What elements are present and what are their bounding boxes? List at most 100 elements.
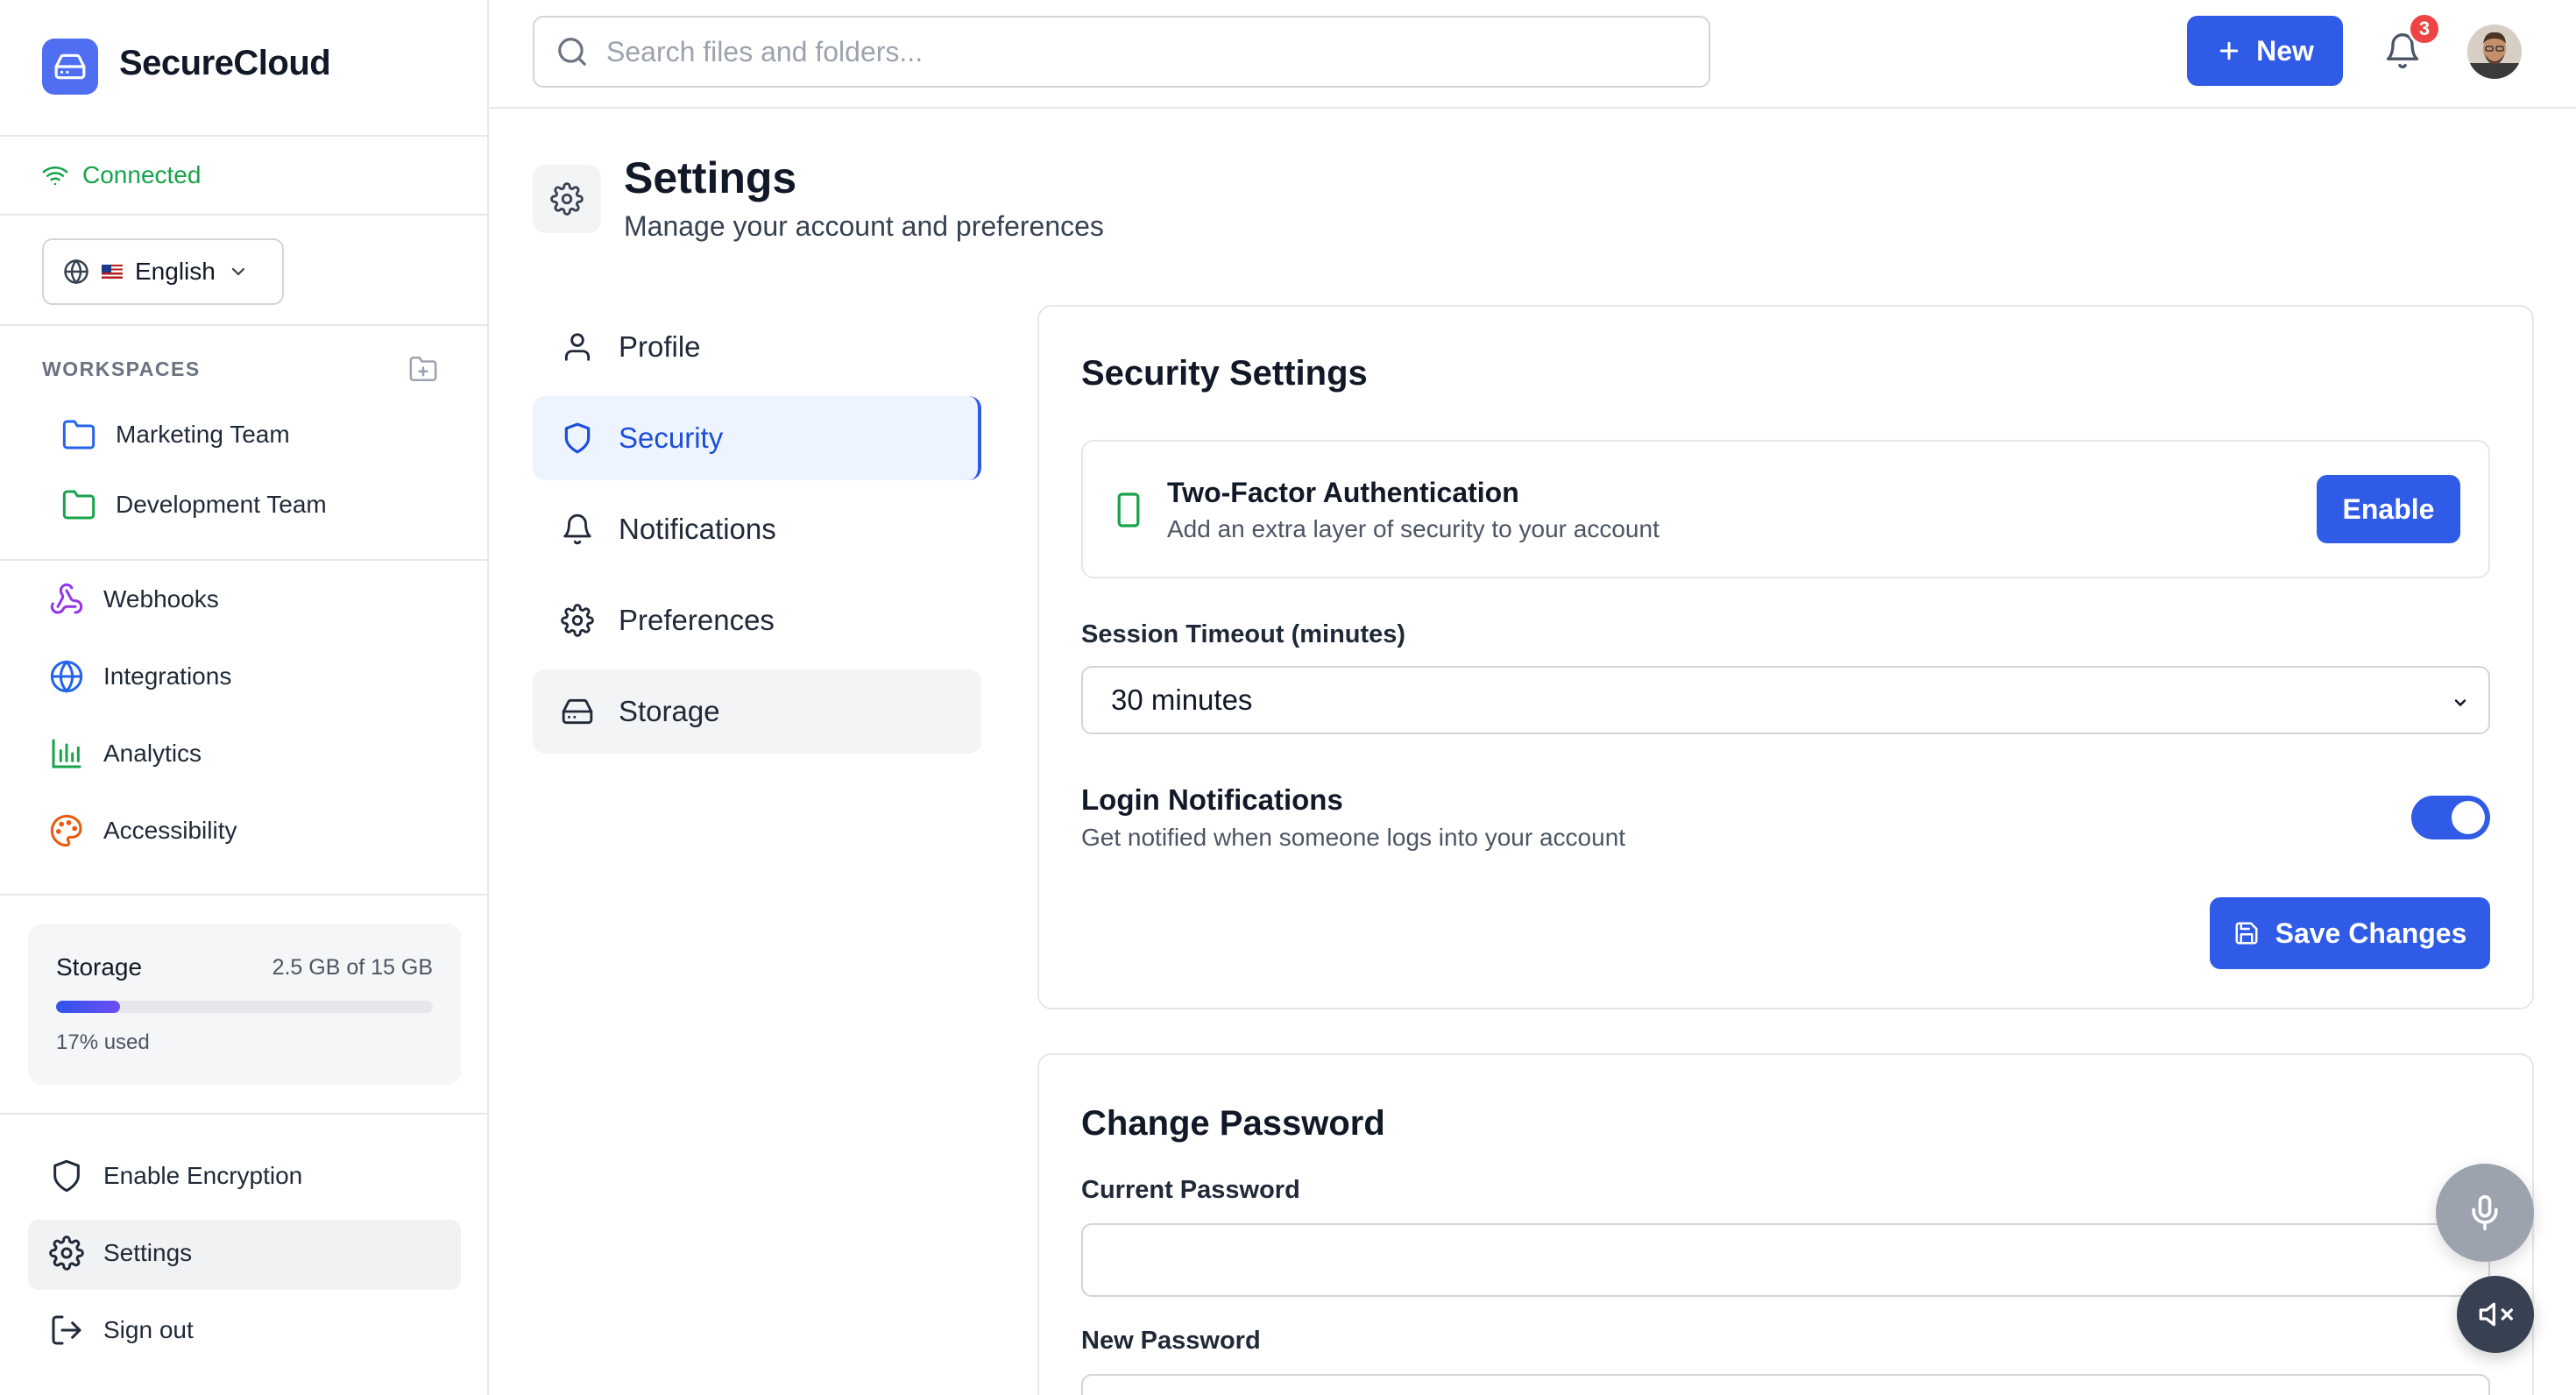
toggle-knob (2452, 801, 2485, 834)
sidebar-item-sign-out[interactable]: Sign out (49, 1313, 194, 1348)
new-button-label: New (2256, 34, 2314, 67)
globe-icon (64, 258, 88, 285)
settings-tab-preferences[interactable]: Preferences (533, 578, 981, 662)
session-timeout-value: 30 minutes (1111, 683, 1253, 716)
sidebar-item-label: Settings (103, 1239, 193, 1266)
change-password-title: Change Password (1081, 1104, 1385, 1143)
us-flag-icon (102, 265, 123, 279)
sidebar-item-enable-encryption[interactable]: Enable Encryption (49, 1158, 302, 1193)
sidebar-item-label: Webhooks (103, 585, 219, 613)
chevron-down-icon (2454, 699, 2466, 707)
sidebar-item-label: Enable Encryption (103, 1162, 303, 1189)
two-factor-description: Add an extra layer of security to your a… (1167, 515, 1660, 542)
top-bar: New 3 (489, 0, 2576, 109)
storage-value: 2.5 GB of 15 GB (272, 955, 433, 980)
add-folder-icon[interactable] (408, 354, 438, 388)
workspace-label: Development Team (116, 491, 327, 518)
login-notifications-toggle[interactable] (2411, 796, 2490, 839)
page-subtitle: Manage your account and preferences (624, 210, 1104, 242)
two-factor-auth-box: Two-Factor Authentication Add an extra l… (1081, 440, 2490, 578)
divider (0, 1113, 487, 1115)
workspace-item-development[interactable]: Development Team (61, 487, 327, 522)
sidebar-item-webhooks[interactable]: Webhooks (49, 582, 219, 617)
gear-icon (49, 1236, 84, 1271)
change-password-card: Change Password Current Password New Pas… (1037, 1053, 2534, 1395)
storage-card: Storage 2.5 GB of 15 GB 17% used (28, 924, 461, 1085)
settings-tab-label: Storage (619, 695, 720, 727)
hard-drive-icon (562, 698, 593, 725)
storage-progress-bar (56, 1001, 433, 1013)
search-input[interactable] (606, 35, 1658, 68)
save-changes-button[interactable]: Save Changes (2210, 897, 2490, 969)
sidebar: SecureCloud Connected English WORKSPACES… (0, 0, 489, 1395)
settings-tab-storage[interactable]: Storage (533, 669, 981, 754)
language-selector[interactable]: English (42, 238, 284, 305)
storage-progress-fill (56, 1001, 121, 1013)
storage-label: Storage (56, 953, 143, 981)
workspaces-heading: WORKSPACES (42, 358, 201, 380)
sidebar-item-label: Integrations (103, 662, 232, 690)
page-title: Settings (624, 153, 797, 202)
smartphone-icon (1113, 491, 1144, 534)
workspace-item-marketing[interactable]: Marketing Team (61, 417, 290, 452)
divider (0, 559, 487, 561)
globe-icon (50, 660, 83, 693)
workspace-label: Marketing Team (116, 421, 290, 448)
save-icon (2235, 922, 2258, 945)
settings-tab-label: Notifications (619, 513, 776, 545)
sidebar-item-label: Accessibility (103, 817, 237, 844)
bar-chart-icon (52, 739, 81, 768)
bell-icon (563, 513, 591, 545)
security-settings-title: Security Settings (1081, 354, 1368, 393)
new-password-label: New Password (1081, 1327, 1261, 1355)
two-factor-title: Two-Factor Authentication (1167, 477, 1519, 508)
voice-input-button[interactable] (2436, 1164, 2534, 1262)
sign-out-icon (52, 1315, 81, 1345)
settings-tab-profile[interactable]: Profile (533, 305, 981, 389)
shield-icon (564, 422, 591, 454)
search-box[interactable] (533, 16, 1710, 88)
session-timeout-label: Session Timeout (minutes) (1081, 620, 1406, 648)
settings-tab-notifications[interactable]: Notifications (533, 487, 981, 571)
microphone-icon (2472, 1194, 2498, 1231)
brand-name: SecureCloud (119, 44, 331, 82)
shield-icon (53, 1159, 80, 1193)
webhook-icon (50, 583, 83, 614)
settings-tab-security[interactable]: Security (533, 396, 981, 480)
settings-page-gear-icon (533, 165, 601, 233)
divider (0, 894, 487, 896)
logo-drive-icon (42, 39, 98, 95)
chevron-down-icon (231, 267, 244, 276)
enable-two-factor-button[interactable]: Enable (2317, 475, 2460, 543)
new-password-input[interactable] (1081, 1374, 2490, 1395)
user-avatar[interactable] (2467, 25, 2522, 79)
session-timeout-select[interactable]: 30 minutes (1081, 666, 2490, 734)
sidebar-item-analytics[interactable]: Analytics (49, 736, 202, 771)
login-notifications-description: Get notified when someone logs into your… (1081, 824, 1626, 851)
wifi-icon (42, 166, 68, 186)
sidebar-item-accessibility[interactable]: Accessibility (49, 813, 237, 848)
palette-icon (50, 814, 82, 847)
volume-mute-icon (2479, 1302, 2513, 1327)
current-password-label: Current Password (1081, 1176, 1300, 1204)
login-notifications-title: Login Notifications (1081, 783, 1343, 816)
sidebar-item-settings[interactable]: Settings (49, 1236, 192, 1271)
settings-tab-label: Preferences (619, 604, 775, 636)
sidebar-item-label: Sign out (103, 1316, 194, 1343)
security-settings-card: Security Settings Two-Factor Authenticat… (1037, 305, 2534, 1009)
settings-tab-label: Security (619, 421, 724, 454)
sidebar-item-integrations[interactable]: Integrations (49, 659, 231, 694)
search-icon (558, 38, 586, 66)
new-button[interactable]: New (2187, 16, 2343, 86)
settings-tab-label: Profile (619, 330, 701, 363)
folder-icon (62, 420, 96, 450)
language-label: English (135, 258, 216, 285)
connection-status-label: Connected (82, 161, 202, 188)
notification-count-badge: 3 (2408, 12, 2441, 46)
divider (0, 135, 487, 137)
current-password-input[interactable] (1081, 1223, 2490, 1297)
plus-icon (2219, 41, 2239, 60)
user-icon (564, 333, 591, 361)
mute-button[interactable] (2457, 1276, 2534, 1353)
sidebar-item-label: Analytics (103, 740, 202, 767)
